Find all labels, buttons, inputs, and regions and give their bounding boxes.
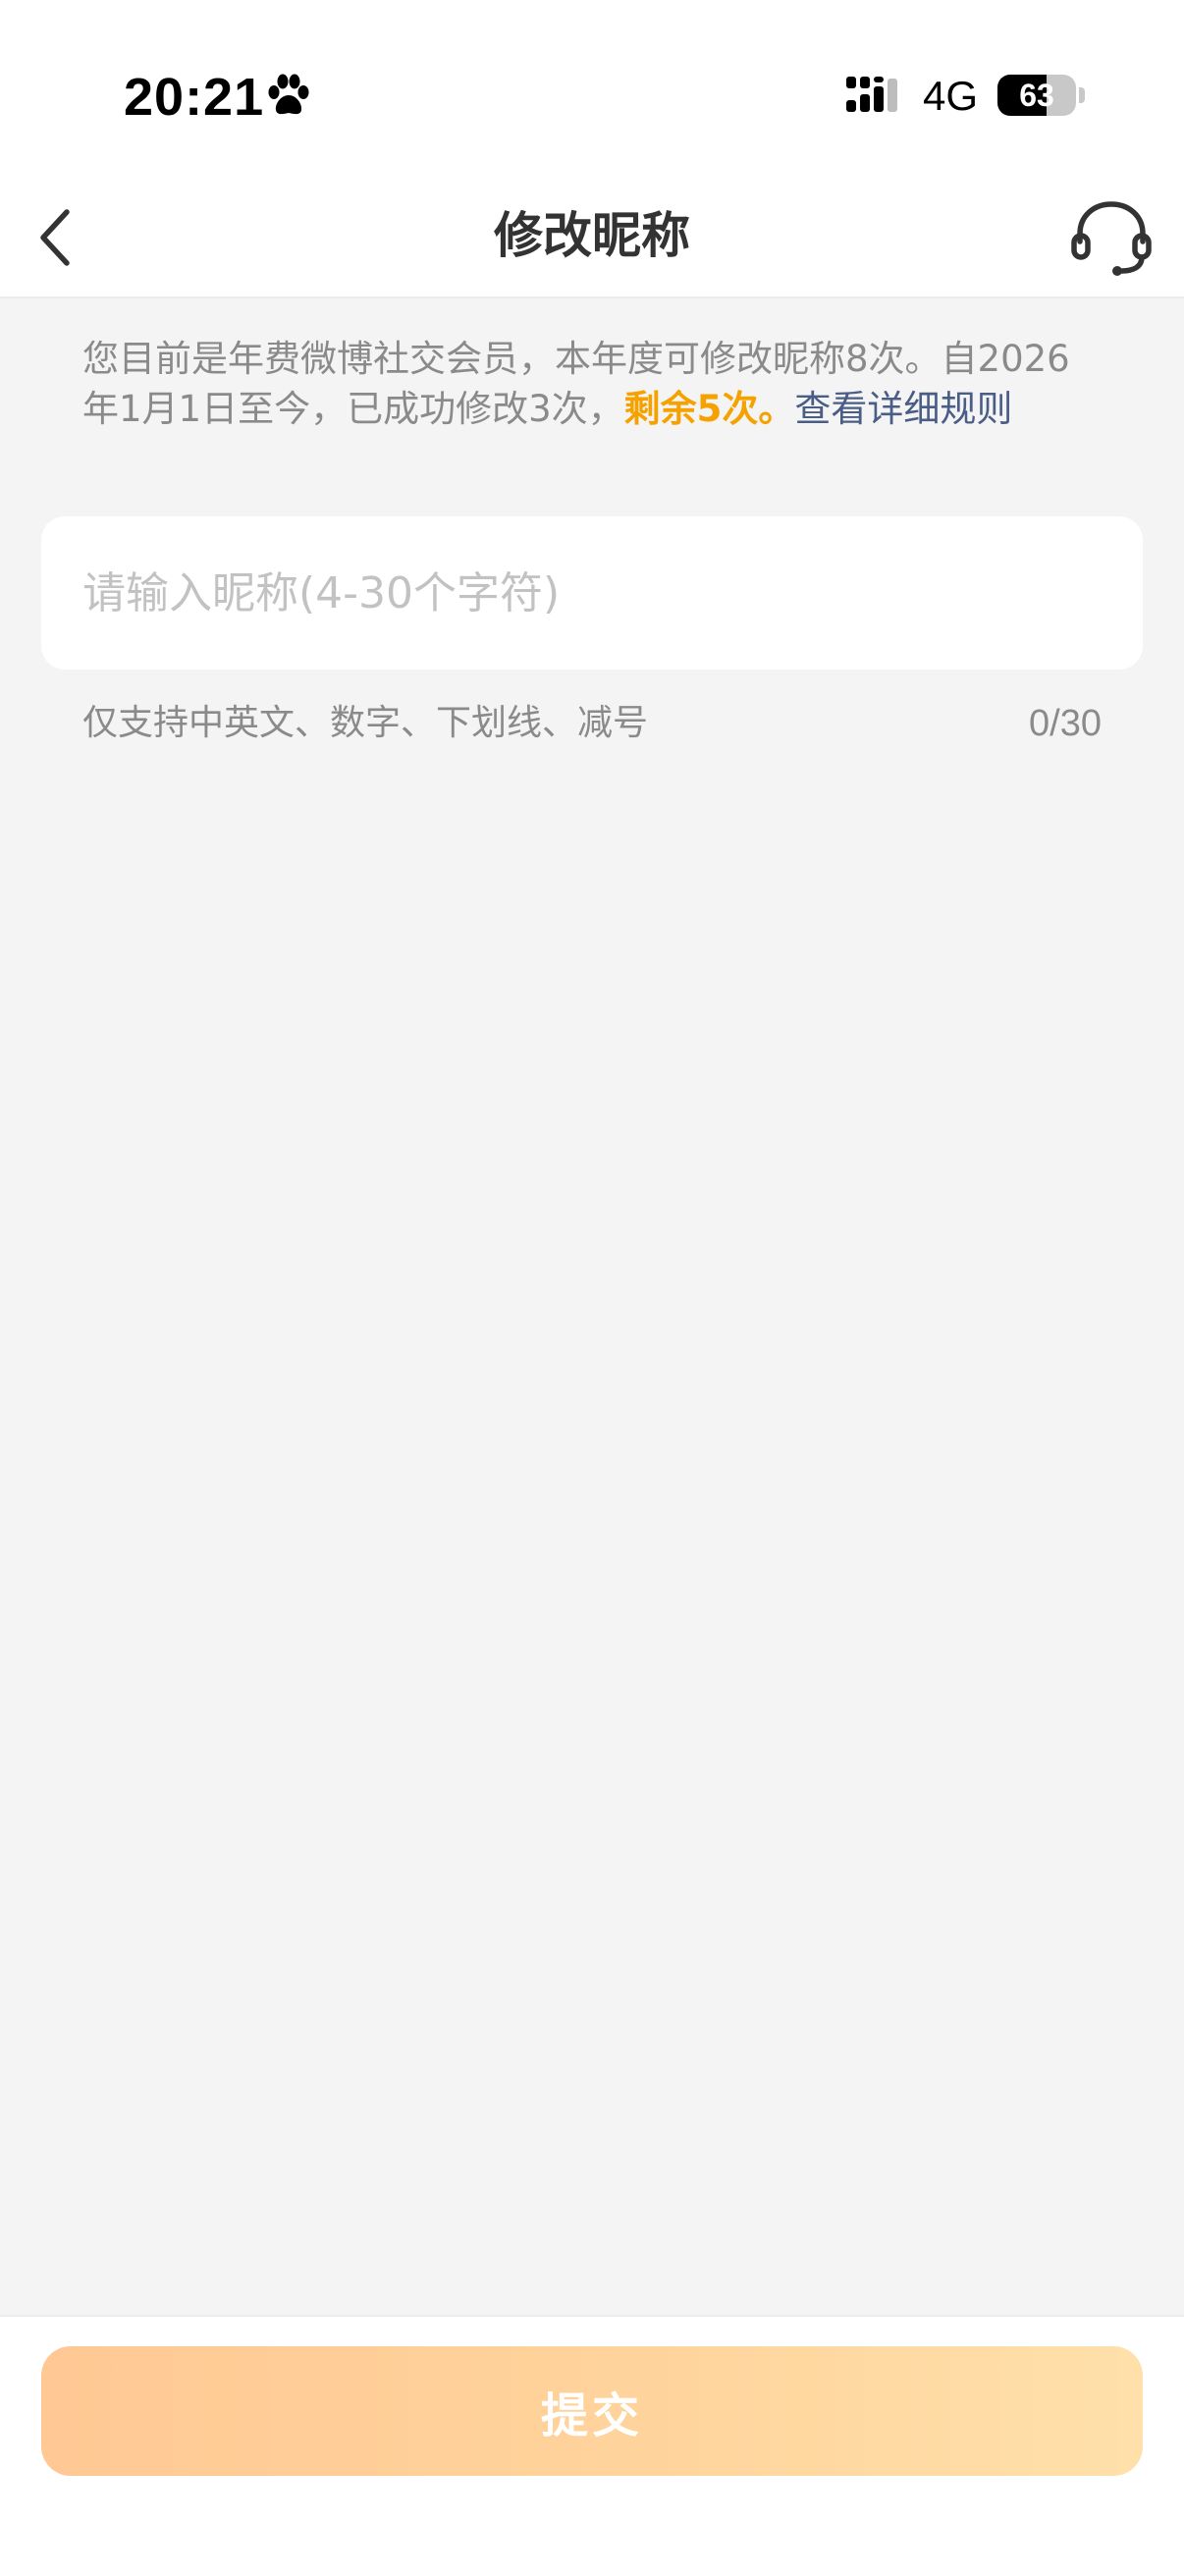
signal-icon: [846, 77, 897, 112]
headset-icon[interactable]: [1066, 194, 1157, 281]
submit-button[interactable]: 提交: [41, 2346, 1143, 2476]
battery-level: 63: [1019, 78, 1054, 113]
status-time: 20:21: [124, 68, 265, 127]
nickname-input[interactable]: [82, 516, 1103, 670]
page-title: 修改昵称: [494, 207, 690, 264]
status-bar: 20:21 4G 63: [0, 0, 1184, 177]
remaining-count: 剩余5次。: [623, 388, 795, 430]
char-counter: 0/30: [1029, 703, 1102, 744]
nav-bar: 修改昵称: [0, 177, 1184, 298]
rules-link[interactable]: 查看详细规则: [794, 388, 1012, 430]
nickname-input-card: [41, 516, 1143, 670]
quota-notice: 您目前是年费微博社交会员，本年度可修改昵称8次。自2026年1月1日至今，已成功…: [82, 334, 1103, 434]
battery-icon: 63: [997, 75, 1076, 116]
chevron-left-icon: [40, 209, 70, 266]
battery-cap: [1079, 87, 1085, 103]
paw-icon: [268, 74, 309, 115]
network-type: 4G: [923, 73, 979, 119]
bottom-bar: 提交: [0, 2315, 1184, 2576]
input-rules-hint: 仅支持中英文、数字、下划线、减号: [82, 703, 649, 743]
back-button[interactable]: [20, 196, 98, 275]
